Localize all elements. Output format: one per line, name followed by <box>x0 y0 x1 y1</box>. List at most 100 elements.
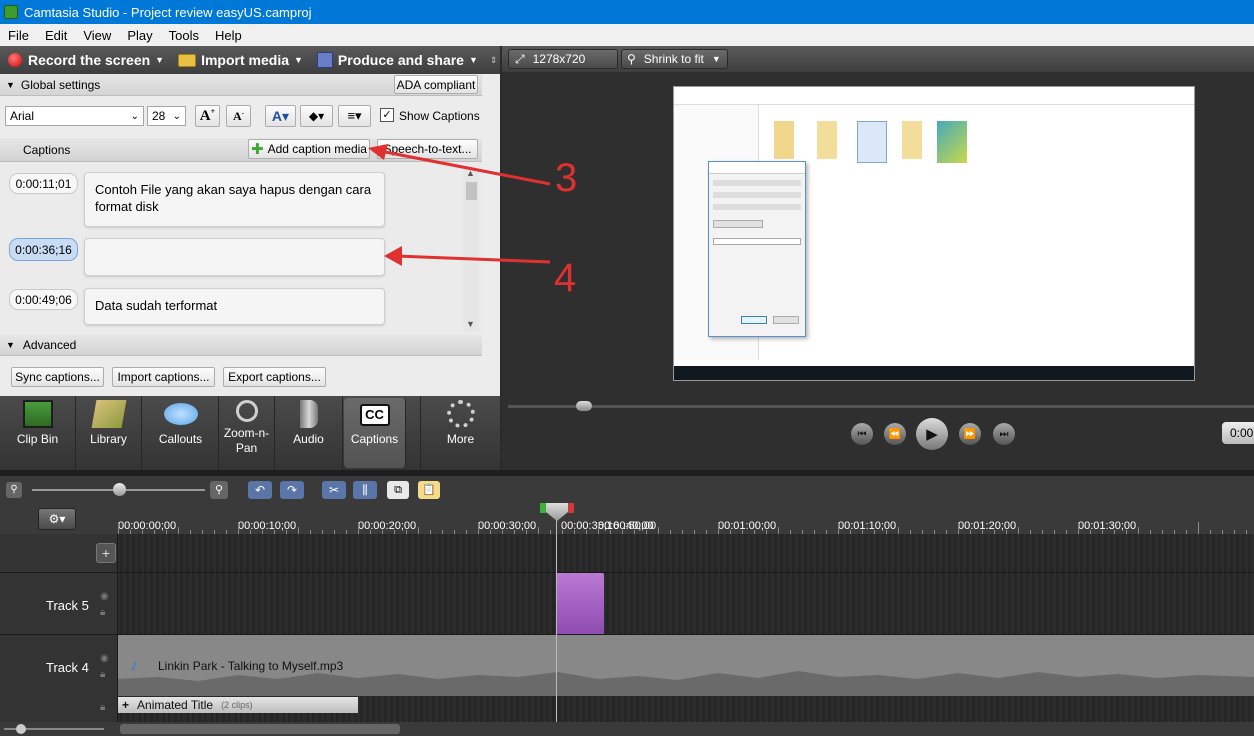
visibility-icon[interactable]: ◉ <box>100 653 109 664</box>
fill-color-button[interactable]: ◆▾ <box>300 105 333 127</box>
produce-share-button[interactable]: Produce and share ▼ <box>309 46 484 74</box>
rewind-button[interactable]: ⏪ <box>884 423 906 445</box>
sync-captions-button[interactable]: Sync captions... <box>11 367 104 387</box>
chevron-down-icon: ▼ <box>155 55 165 65</box>
fast-forward-button[interactable]: ⏩ <box>959 423 981 445</box>
tab-more[interactable]: More <box>420 396 500 470</box>
redo-button[interactable]: ↷ <box>280 481 304 499</box>
resize-icon: ⤢ <box>515 51 525 66</box>
paste-button[interactable]: 📋 <box>418 481 440 499</box>
font-size-select[interactable]: 28 ⌄ <box>147 106 186 126</box>
menu-edit[interactable]: Edit <box>37 28 75 43</box>
caption-text-box[interactable]: Data sudah terformat <box>84 288 385 325</box>
track-height-thumb[interactable] <box>16 724 26 734</box>
undo-button[interactable]: ↶ <box>248 481 272 499</box>
decrease-font-button[interactable]: A- <box>226 105 251 127</box>
ruler-tick <box>778 527 779 534</box>
track-settings-button[interactable]: ⚙▾ <box>38 508 76 530</box>
show-captions-label: Show Captions <box>399 109 480 123</box>
cut-button[interactable]: ✂ <box>322 481 346 499</box>
group-clip[interactable]: + Animated Title (2 clips) <box>118 697 358 713</box>
split-button[interactable]: ⫼ <box>353 481 377 499</box>
zoom-select[interactable]: ⚲ Shrink to fit ▼ <box>621 49 728 69</box>
menu-file[interactable]: File <box>0 28 37 43</box>
tab-captions[interactable]: CC Captions <box>344 398 406 468</box>
import-media-button[interactable]: Import media ▼ <box>170 46 309 74</box>
timeline-ruler[interactable]: 00:00:00;00 00:00:10;00 00:00:20;00 00:00:3… <box>118 504 1254 534</box>
audio-clip[interactable]: ♪ Linkin Park - Talking to Myself.mp3 <box>118 635 1254 697</box>
ruler-time-label: 00:00:00;00 <box>118 520 177 532</box>
caption-timestamp[interactable]: 0:00:49;06 <box>9 289 78 310</box>
lock-icon[interactable]: 🔒︎ <box>100 669 105 680</box>
zoom-in-icon[interactable]: ⚲ <box>210 481 228 499</box>
playhead-line[interactable] <box>556 504 557 722</box>
menu-view[interactable]: View <box>75 28 119 43</box>
advanced-header[interactable]: ▼ Advanced <box>0 335 482 356</box>
ruler-time-label: 00:00:10;00 <box>238 520 297 532</box>
menu-tools[interactable]: Tools <box>161 28 207 43</box>
scroll-down-icon[interactable]: ▼ <box>466 319 475 329</box>
record-label: Record the screen <box>28 52 151 68</box>
font-select[interactable]: Arial ⌄ <box>5 106 144 126</box>
export-captions-button[interactable]: Export captions... <box>223 367 326 387</box>
zoom-out-icon[interactable]: ⚲ <box>6 482 22 498</box>
horizontal-scrollbar-thumb[interactable] <box>120 724 400 734</box>
caption-timestamp-selected[interactable]: 0:00:36;16 <box>9 238 78 261</box>
font-color-button[interactable]: A▾ <box>265 105 296 127</box>
copy-button[interactable]: ⧉ <box>387 481 409 499</box>
lock-icon[interactable]: 🔒︎ <box>100 702 105 713</box>
ruler-tick <box>898 527 899 534</box>
audio-clip-name: Linkin Park - Talking to Myself.mp3 <box>158 659 344 673</box>
record-screen-button[interactable]: Record the screen ▼ <box>0 46 170 74</box>
increase-font-button[interactable]: A+ <box>195 105 220 127</box>
ada-compliant-button[interactable]: ADA compliant <box>394 75 478 94</box>
skip-to-end-button[interactable]: ⏭ <box>993 423 1015 445</box>
cc-icon: CC <box>359 404 390 426</box>
tab-label: Clip Bin <box>16 432 59 446</box>
menu-help[interactable]: Help <box>207 28 250 43</box>
empty-track-row: + <box>0 534 1254 572</box>
ruler-tick <box>478 522 479 534</box>
collapse-arrow-icon: ▼ <box>6 79 15 90</box>
preview-scrubber-thumb[interactable] <box>576 401 592 411</box>
skip-to-start-button[interactable]: ⏮ <box>851 423 873 445</box>
expand-group-icon[interactable]: + <box>122 698 129 712</box>
speech-bubble-icon <box>163 403 198 425</box>
track-name: Track 4 <box>46 660 89 675</box>
caption-clip[interactable] <box>556 573 604 635</box>
caption-text-box-empty[interactable] <box>84 238 385 276</box>
timeline-bottom-bar <box>0 722 1254 736</box>
selection-end-marker[interactable] <box>568 503 574 513</box>
film-strip-icon <box>22 400 53 428</box>
tab-audio[interactable]: Audio <box>275 396 343 470</box>
speaker-icon <box>299 400 318 428</box>
tab-library[interactable]: Library <box>76 396 142 470</box>
track-header: Track 5 ◉ 🔒︎ <box>0 573 118 634</box>
window-title: Camtasia Studio - Project review easyUS.… <box>24 4 312 20</box>
tab-label: Zoom-n- Pan <box>223 426 270 455</box>
tab-callouts[interactable]: Callouts <box>143 396 219 470</box>
menu-play[interactable]: Play <box>119 28 160 43</box>
preview-scrubber-track[interactable] <box>508 405 1254 408</box>
tab-clip-bin[interactable]: Clip Bin <box>0 396 76 470</box>
tab-label: Library <box>90 432 127 446</box>
add-track-button[interactable]: + <box>96 543 116 563</box>
caption-text-box[interactable]: Contoh File yang akan saya hapus dengan … <box>84 172 385 227</box>
dimensions-button[interactable]: ⤢ 1278x720 <box>508 49 618 69</box>
show-captions-checkbox[interactable]: ✓ <box>380 108 394 122</box>
track-row: Track 5 ◉ 🔒︎ <box>0 572 1254 635</box>
track-name: Track 5 <box>46 598 89 613</box>
lock-icon[interactable]: 🔒︎ <box>100 607 105 618</box>
alignment-button[interactable]: ≡▾ <box>338 105 371 127</box>
import-captions-button[interactable]: Import captions... <box>112 367 215 387</box>
selection-start-marker[interactable] <box>540 503 546 513</box>
tab-zoom-n-pan[interactable]: Zoom-n- Pan <box>219 396 275 470</box>
add-caption-media-button[interactable]: ✚ Add caption media <box>248 139 370 159</box>
toolbar-overflow-icon[interactable]: ⇕ <box>490 55 498 66</box>
redo-icon: ↷ <box>286 483 298 497</box>
books-icon <box>91 400 126 428</box>
visibility-icon[interactable]: ◉ <box>100 591 109 602</box>
zoom-slider-thumb[interactable] <box>113 483 126 496</box>
play-button[interactable]: ▶ <box>916 418 948 450</box>
caption-timestamp[interactable]: 0:00:11;01 <box>9 173 78 194</box>
